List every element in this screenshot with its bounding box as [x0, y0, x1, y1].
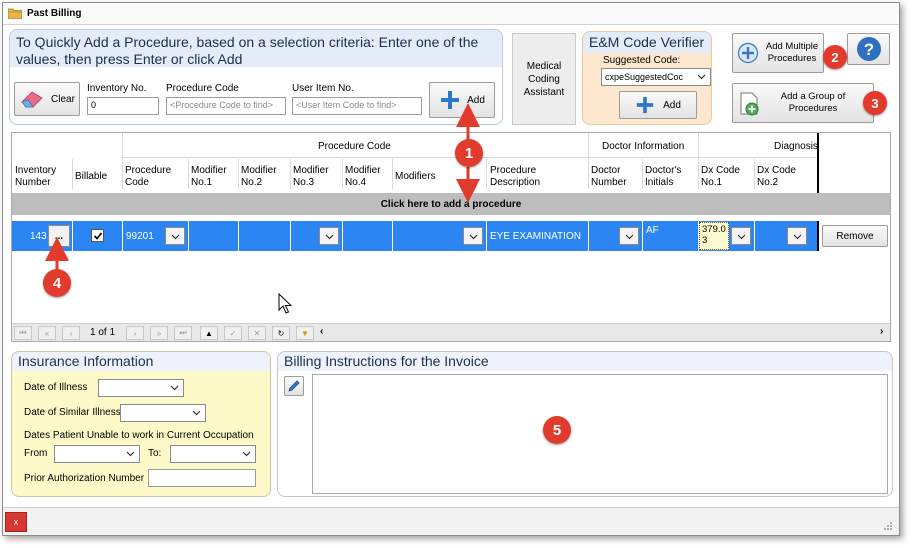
annotation-arrows	[45, 103, 480, 269]
annotation-badge-5: 5	[543, 416, 571, 444]
annotation-badge-1: 1	[455, 139, 483, 167]
past-billing-window: Past Billing To Quickly Add a Procedure,…	[2, 2, 900, 536]
annotation-badge-3: 3	[863, 91, 887, 115]
annotation-badge-2: 2	[823, 45, 847, 69]
annotation-badge-4: 4	[43, 269, 71, 297]
